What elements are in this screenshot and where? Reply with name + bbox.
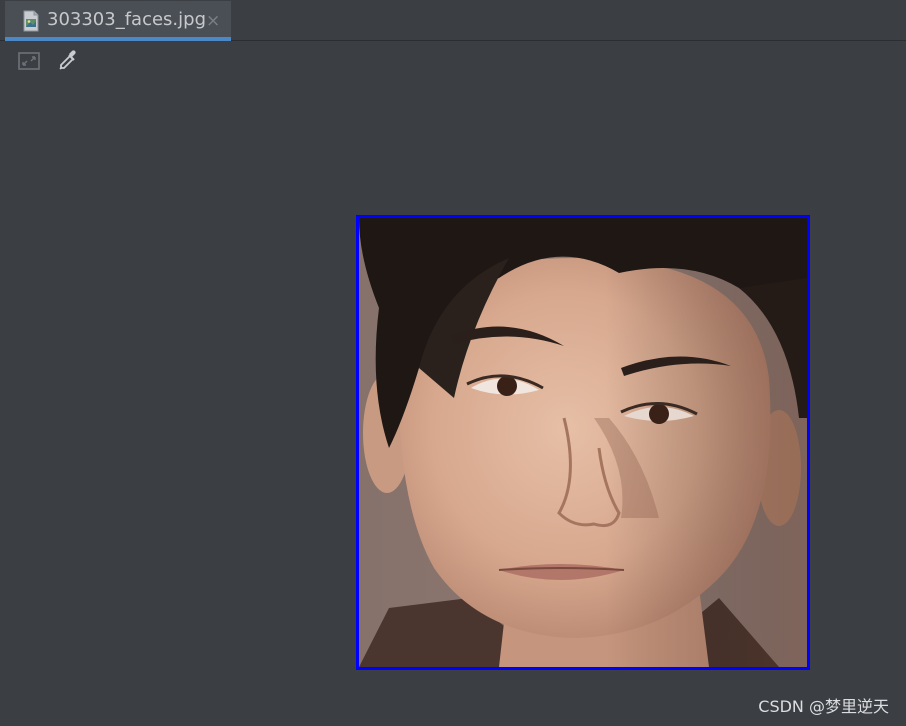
watermark-text: CSDN @梦里逆天 <box>758 697 889 716</box>
image-viewer-window: 303303_faces.jpg × CSDN @梦里逆天 <box>0 0 906 726</box>
portrait-photo <box>359 218 807 667</box>
tab-close-icon[interactable]: × <box>206 11 220 31</box>
image-file-icon <box>22 10 40 32</box>
color-picker-button[interactable] <box>54 48 82 76</box>
color-picker-icon <box>57 48 79 76</box>
image-canvas <box>0 85 906 726</box>
fit-to-window-icon <box>18 52 40 74</box>
tab-title: 303303_faces.jpg <box>47 9 207 30</box>
image-toolbar <box>0 41 906 85</box>
fit-to-window-button[interactable] <box>15 49 43 77</box>
image-preview[interactable] <box>356 215 810 670</box>
tab-image-file[interactable]: 303303_faces.jpg × <box>5 1 231 41</box>
editor-tab-bar: 303303_faces.jpg × <box>0 0 906 41</box>
